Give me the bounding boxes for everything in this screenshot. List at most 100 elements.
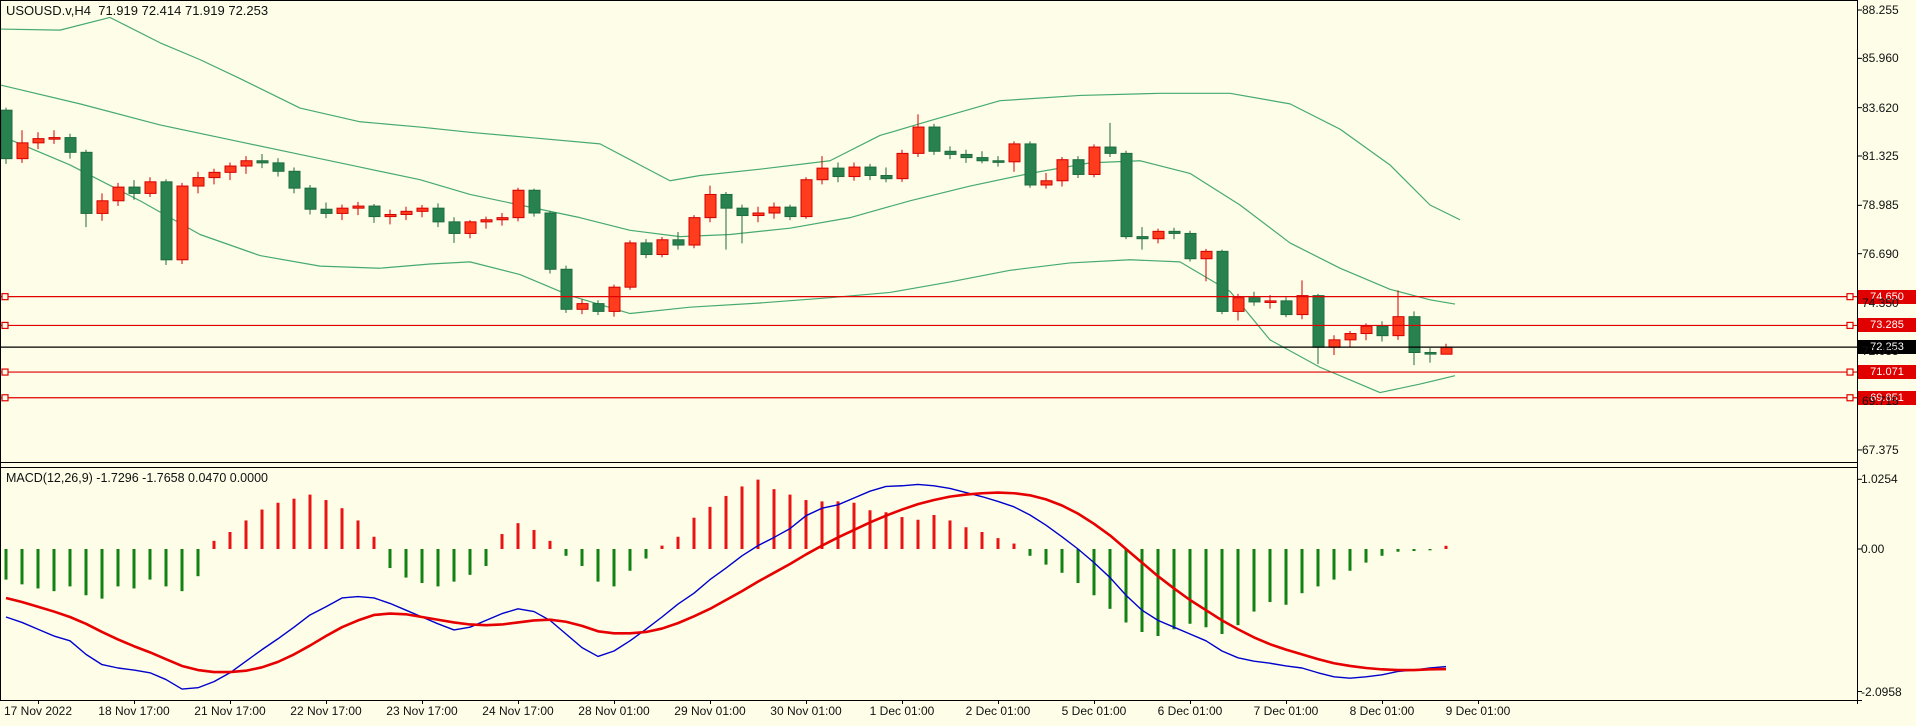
bear-candle-body xyxy=(737,208,748,215)
bull-candle-body xyxy=(657,240,668,255)
bear-candle-body xyxy=(129,187,140,193)
bull-candle-body xyxy=(49,138,60,140)
bull-candle-body xyxy=(225,166,236,172)
bull-candle-body xyxy=(513,190,524,217)
line-drag-handle[interactable] xyxy=(1847,322,1853,328)
bear-candle-body xyxy=(1121,153,1132,236)
bear-candle-body xyxy=(289,171,300,188)
bear-candle-body xyxy=(369,206,380,217)
line-drag-handle[interactable] xyxy=(2,322,8,328)
bull-candle-body xyxy=(1057,160,1068,181)
bear-candle-body xyxy=(65,138,76,153)
bear-candle-body xyxy=(433,208,444,222)
bull-candle-body xyxy=(1441,347,1452,354)
time-axis-label: 30 Nov 01:00 xyxy=(751,704,861,718)
bull-candle-body xyxy=(385,214,396,216)
bull-candle-body xyxy=(753,213,764,216)
chart-canvas[interactable] xyxy=(0,0,1916,726)
trading-terminal-chart-window: USOUSD.v,H4 71.919 72.414 71.919 72.253 … xyxy=(0,0,1916,726)
bull-candle-body xyxy=(209,172,220,177)
bull-candle-body xyxy=(1345,334,1356,340)
bear-candle-body xyxy=(561,269,572,309)
bull-candle-body xyxy=(465,222,476,234)
line-drag-handle[interactable] xyxy=(2,294,8,300)
bear-candle-body xyxy=(1137,237,1148,239)
time-axis-label: 23 Nov 17:00 xyxy=(367,704,477,718)
time-axis-label: 18 Nov 17:00 xyxy=(79,704,189,718)
bear-candle-body xyxy=(865,167,876,175)
line-drag-handle[interactable] xyxy=(1847,395,1853,401)
price-axis-label: 76.690 xyxy=(1862,247,1899,261)
bear-candle-body xyxy=(529,190,540,213)
bull-candle-body xyxy=(113,187,124,201)
bull-candle-body xyxy=(1233,298,1244,312)
macd-axis-label: -2.0958 xyxy=(1861,685,1902,699)
price-axis-label: 83.620 xyxy=(1862,101,1899,115)
time-axis-label: 28 Nov 01:00 xyxy=(559,704,669,718)
bear-candle-body xyxy=(305,188,316,209)
price-axis-label: 67.375 xyxy=(1862,443,1899,457)
time-axis-label: 22 Nov 17:00 xyxy=(271,704,381,718)
hline-price-badge: 73.285 xyxy=(1858,318,1916,332)
bear-candle-body xyxy=(1281,301,1292,315)
bull-candle-body xyxy=(577,304,588,310)
time-axis-label: 5 Dec 01:00 xyxy=(1039,704,1149,718)
bull-candle-body xyxy=(1201,251,1212,258)
bull-candle-body xyxy=(417,208,428,211)
bull-candle-body xyxy=(817,168,828,180)
bull-candle-body xyxy=(481,220,492,222)
bear-candle-body xyxy=(161,182,172,260)
bear-candle-body xyxy=(593,304,604,312)
bear-candle-body xyxy=(321,209,332,213)
bull-candle-body xyxy=(1361,326,1372,333)
time-axis-label: 6 Dec 01:00 xyxy=(1135,704,1245,718)
bull-candle-body xyxy=(1329,340,1340,347)
bull-candle-body xyxy=(497,218,508,220)
bear-candle-body xyxy=(1425,352,1436,354)
bull-candle-body xyxy=(625,243,636,287)
bear-candle-body xyxy=(81,152,92,213)
bear-candle-body xyxy=(273,163,284,171)
line-drag-handle[interactable] xyxy=(1847,369,1853,375)
bull-candle-body xyxy=(913,127,924,153)
line-drag-handle[interactable] xyxy=(2,369,8,375)
macd-axis-label: 1.0254 xyxy=(1861,472,1898,486)
price-axis-label: 85.960 xyxy=(1862,51,1899,65)
bear-candle-body xyxy=(993,161,1004,163)
bear-candle-body xyxy=(1185,233,1196,258)
time-axis-label: 2 Dec 01:00 xyxy=(943,704,1053,718)
time-axis-label: 24 Nov 17:00 xyxy=(463,704,573,718)
bull-candle-body xyxy=(97,201,108,214)
bull-candle-body xyxy=(1009,144,1020,162)
macd-indicator-label: MACD(12,26,9) -1.7296 -1.7658 0.0470 0.0… xyxy=(6,471,268,485)
time-axis-label: 9 Dec 01:00 xyxy=(1423,704,1533,718)
bear-candle-body xyxy=(1025,144,1036,185)
macd-axis-label: 0.00 xyxy=(1861,542,1884,556)
bull-candle-body xyxy=(401,211,412,214)
bear-candle-body xyxy=(641,243,652,255)
bull-candle-body xyxy=(193,178,204,186)
chart-title-ohlc: USOUSD.v,H4 71.919 72.414 71.919 72.253 xyxy=(6,3,268,18)
time-axis-label: 1 Dec 01:00 xyxy=(847,704,957,718)
bull-candle-body xyxy=(769,207,780,213)
time-axis-label: 8 Dec 01:00 xyxy=(1327,704,1437,718)
bull-candle-body xyxy=(337,208,348,213)
time-axis-label: 29 Nov 01:00 xyxy=(655,704,765,718)
price-axis-label: 81.325 xyxy=(1862,149,1899,163)
bull-candle-body xyxy=(241,161,252,166)
bull-candle-body xyxy=(609,287,620,311)
bear-candle-body xyxy=(257,161,268,163)
bear-candle-body xyxy=(881,176,892,179)
line-drag-handle[interactable] xyxy=(2,395,8,401)
bear-candle-body xyxy=(1105,147,1116,153)
bear-candle-body xyxy=(1377,326,1388,335)
bear-candle-body xyxy=(1217,251,1228,311)
line-drag-handle[interactable] xyxy=(1847,294,1853,300)
bull-candle-body xyxy=(17,143,28,159)
bear-candle-body xyxy=(1,110,12,158)
bear-candle-body xyxy=(1073,160,1084,175)
bull-candle-body xyxy=(897,153,908,178)
bull-candle-body xyxy=(1153,231,1164,238)
price-axis-label: 88.255 xyxy=(1862,3,1899,17)
price-axis-label: 69.715 xyxy=(1862,394,1899,408)
